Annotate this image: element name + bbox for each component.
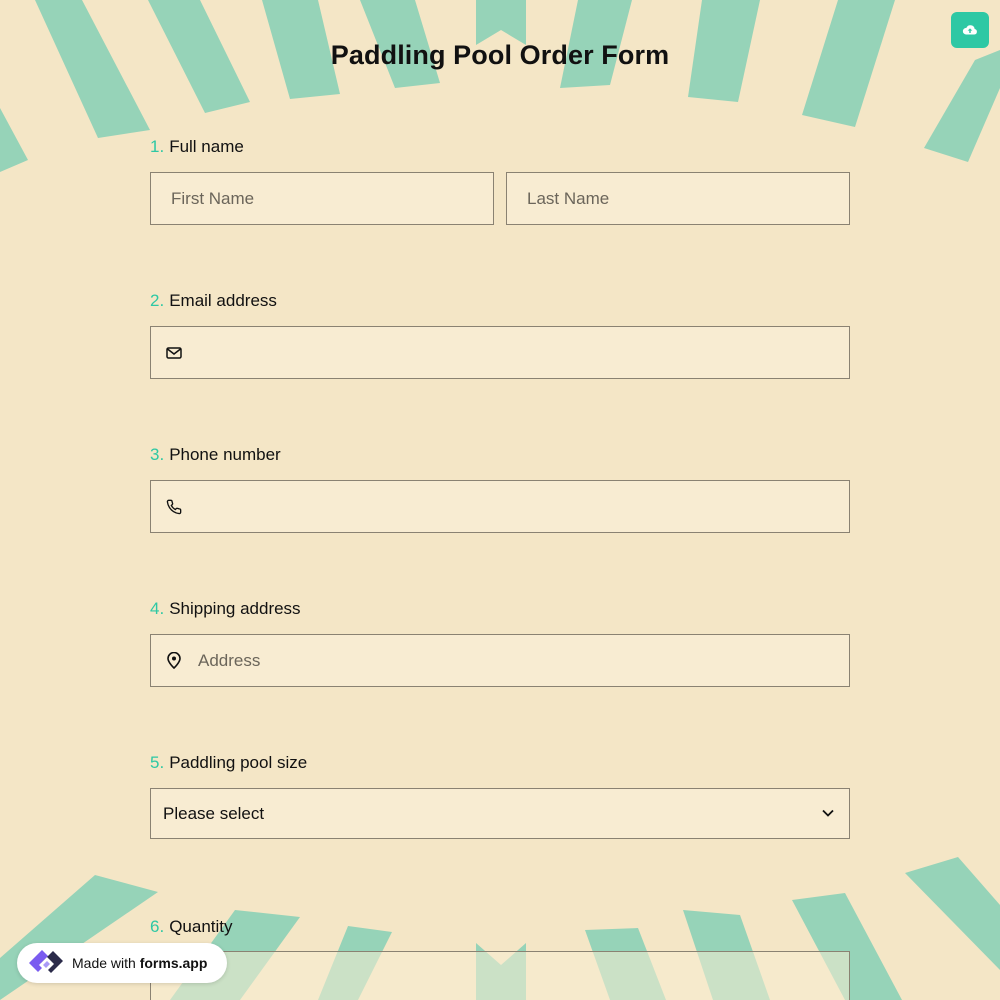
cloud-upload-icon bbox=[962, 25, 977, 35]
question-number: 1. bbox=[150, 137, 165, 156]
question-quantity: 6. Quantity bbox=[150, 916, 850, 1000]
question-label: Quantity bbox=[169, 917, 233, 936]
question-email: 2. Email address bbox=[150, 290, 850, 379]
phone-icon bbox=[165, 498, 183, 516]
upload-button[interactable] bbox=[951, 12, 989, 48]
question-label: Paddling pool size bbox=[169, 753, 308, 772]
last-name-input[interactable]: Last Name bbox=[506, 172, 850, 225]
email-input[interactable] bbox=[150, 326, 850, 379]
last-name-placeholder: Last Name bbox=[527, 188, 610, 208]
forms-app-logo-icon bbox=[29, 950, 63, 973]
question-label: Shipping address bbox=[169, 599, 301, 618]
question-pool-size: 5. Paddling pool size Please select bbox=[150, 752, 850, 839]
question-phone: 3. Phone number bbox=[150, 444, 850, 533]
question-label: Phone number bbox=[169, 445, 281, 464]
quantity-input[interactable] bbox=[150, 951, 850, 1000]
pool-size-select[interactable]: Please select bbox=[150, 788, 850, 839]
question-number: 2. bbox=[150, 291, 165, 310]
question-number: 5. bbox=[150, 753, 165, 772]
first-name-input[interactable]: First Name bbox=[150, 172, 494, 225]
question-shipping-address: 4. Shipping address Address bbox=[150, 598, 850, 687]
address-input[interactable]: Address bbox=[150, 634, 850, 687]
first-name-placeholder: First Name bbox=[171, 188, 255, 208]
page-title: Paddling Pool Order Form bbox=[330, 40, 670, 70]
question-label: Full name bbox=[169, 137, 244, 156]
question-full-name: 1. Full name First Name Last Name bbox=[150, 136, 850, 225]
full-name-fields: First Name Last Name bbox=[150, 172, 850, 225]
pool-size-selected: Please select bbox=[163, 803, 265, 823]
envelope-icon bbox=[165, 344, 183, 362]
question-number: 4. bbox=[150, 599, 165, 618]
phone-input[interactable] bbox=[150, 480, 850, 533]
question-label: Email address bbox=[169, 291, 277, 310]
question-number: 3. bbox=[150, 445, 165, 464]
badge-prefix: Made with bbox=[72, 955, 136, 971]
question-number: 6. bbox=[150, 917, 165, 936]
made-with-badge[interactable]: Made with forms.app bbox=[17, 943, 227, 983]
address-placeholder: Address bbox=[198, 650, 261, 670]
chevron-down-icon bbox=[821, 805, 835, 823]
badge-brand: forms.app bbox=[139, 955, 208, 971]
map-pin-icon bbox=[165, 652, 183, 670]
